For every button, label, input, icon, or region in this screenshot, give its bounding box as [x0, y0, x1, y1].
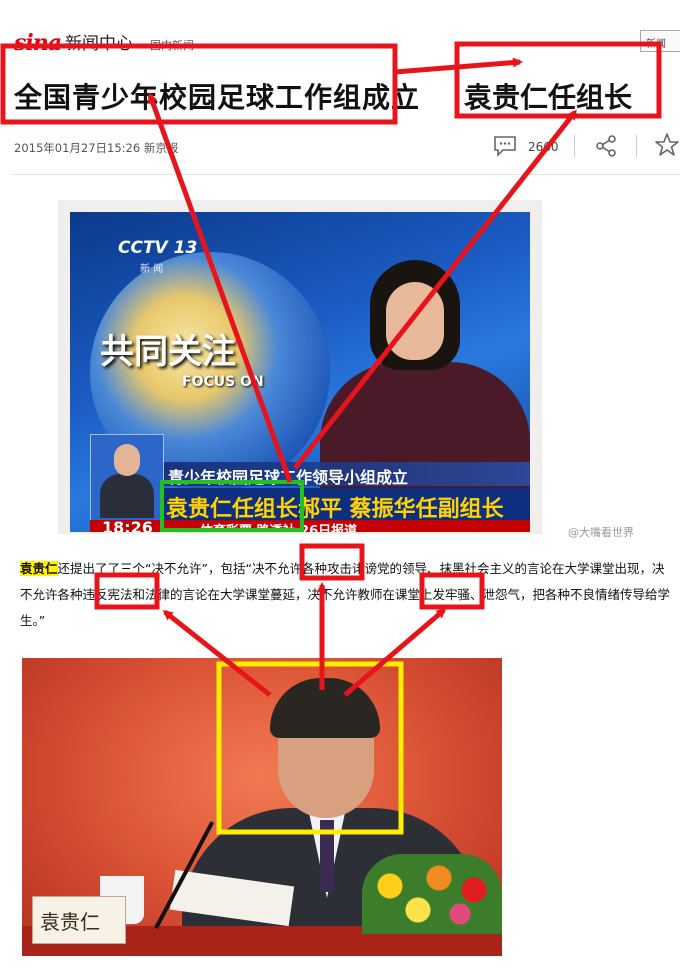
caption-highlight: 袁贵仁任组长	[166, 497, 299, 522]
phrase-jue-bu-yun-xu: 决不允许	[307, 587, 358, 602]
article-title: 全国青少年校园足球工作组成立	[14, 81, 421, 114]
paragraph-text: 各种攻击诽谤党的领导、抹黑社会主义的言论在大学课堂出现，	[301, 561, 652, 576]
program-subtitle: FOCUS ON	[182, 374, 264, 390]
meta-divider	[636, 135, 637, 157]
meta-divider	[574, 135, 575, 157]
cctv-logo: CCTV 13	[118, 238, 198, 258]
news-video-still[interactable]: CCTV 13 新 闻 共同关注 FOCUS ON 青少年校园足球工作领导小组成…	[70, 212, 530, 532]
signer-face	[114, 444, 140, 476]
article-paragraph: 袁贵仁还提出了了三个“决不允许”，包括“决不允许各种攻击诽谤党的领导、抹黑社会主…	[20, 556, 672, 634]
nameplate-text: 袁贵仁	[40, 910, 100, 934]
comment-count[interactable]: 2660	[528, 140, 559, 154]
speaker-tie	[320, 820, 334, 892]
sina-logo[interactable]: sina 新闻中心	[14, 28, 133, 54]
lower-third-text: 青少年校园足球工作领导小组成立	[168, 468, 409, 487]
share-icon[interactable]	[594, 134, 618, 158]
phrase-jue-bu-yun-xu: 决不允许	[251, 561, 302, 576]
sina-logo-mark: sina	[14, 30, 62, 56]
header-rule	[12, 174, 680, 175]
signer-figure	[100, 474, 154, 518]
news-center-label: 新闻中心	[65, 34, 133, 54]
comment-icon[interactable]	[493, 135, 517, 157]
timestamp: 2015年01月27日15:26	[14, 141, 141, 155]
article-title-highlight: 袁贵仁任组长	[464, 81, 633, 114]
search-input[interactable]: 新闻	[640, 30, 680, 52]
article-meta: 2015年01月27日15:26 新京报	[14, 140, 178, 156]
ticker-text: 体育彩票 路透社 26日报道	[200, 524, 358, 532]
program-title: 共同关注	[100, 332, 236, 372]
source[interactable]: 新京报	[144, 141, 179, 155]
arrow-title-to-highlight	[394, 57, 523, 75]
anchor-face	[386, 282, 444, 360]
channel-link[interactable]: 国内新闻	[150, 37, 194, 53]
speaker-hair	[270, 678, 380, 738]
watermark: @大嘴看世界	[568, 526, 634, 539]
paragraph-text: 还提出了了三个“决不允许”，包括“	[57, 561, 252, 576]
speaker-photo: 袁贵仁	[22, 658, 502, 956]
caption-text: 袁贵仁任组长郝平 蔡振华任副组长	[166, 491, 504, 523]
caption-rest: 郝平 蔡振华任副组长	[298, 497, 504, 522]
favorite-star-icon[interactable]	[654, 132, 680, 158]
clock: 18:26	[102, 518, 153, 532]
cctv-sub: 新 闻	[140, 264, 164, 275]
paragraph-text: 各种违反宪法和法律的言论在大学课堂蔓延，	[57, 587, 308, 602]
flower-arrangement	[362, 854, 502, 934]
highlighted-name: 袁贵仁	[20, 561, 58, 576]
